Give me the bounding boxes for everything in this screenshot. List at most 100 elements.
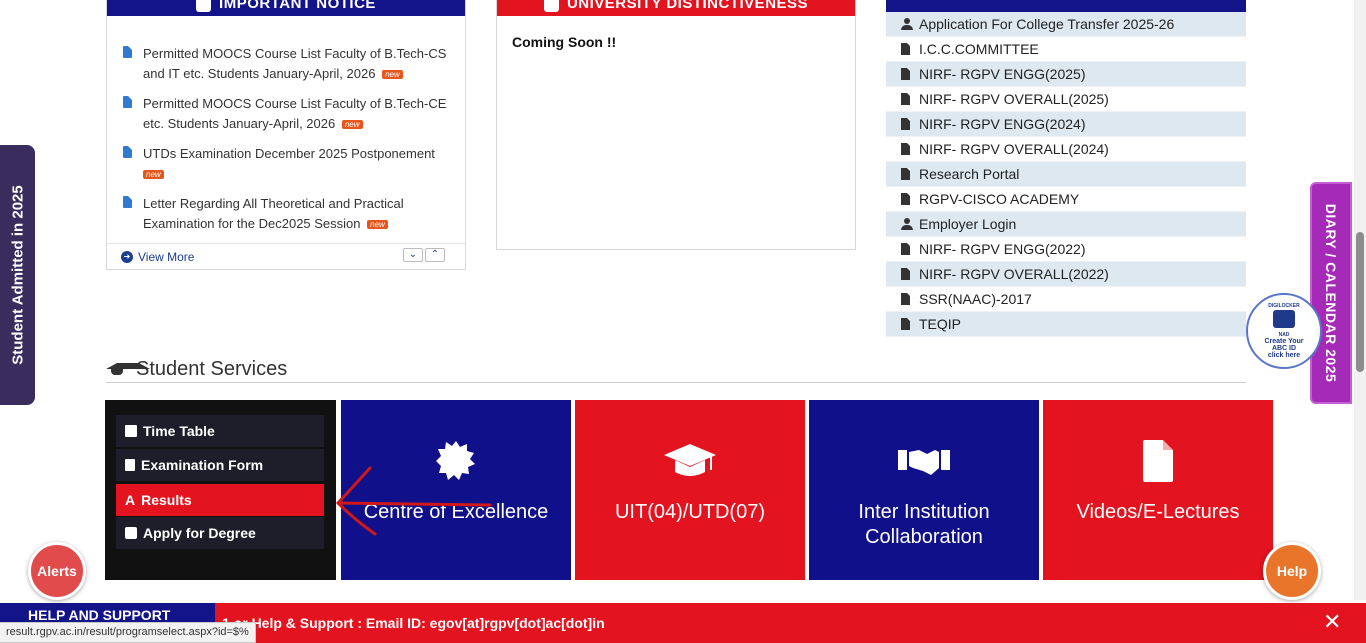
new-badge: new — [341, 120, 363, 130]
digilocker-logo-icon — [1273, 310, 1295, 328]
notice-panel-header: IMPORTANT NOTICE — [107, 0, 465, 16]
menu-item-apply-for-degree[interactable]: Apply for Degree — [116, 517, 324, 549]
menu-item-examination-form[interactable]: Examination Form — [116, 449, 324, 481]
close-icon[interactable]: ✕ — [1323, 611, 1341, 633]
notice-item[interactable]: Letter Regarding All Theoretical and Pra… — [121, 194, 455, 234]
notice-icon — [196, 0, 212, 12]
link-label: NIRF- RGPV ENGG(2022) — [919, 241, 1086, 257]
coming-soon-text: Coming Soon !! — [512, 34, 617, 50]
distinct-panel-title: UNIVERSITY DISTINCTIVENESS — [566, 0, 809, 12]
link-item[interactable]: Research Portal — [886, 162, 1246, 187]
notice-item[interactable]: UTDs Examination December 2025 Postponem… — [121, 144, 455, 184]
file-icon — [901, 293, 910, 305]
menu-item-label: Time Table — [143, 423, 215, 439]
notice-text[interactable]: Letter Regarding All Theoretical and Pra… — [143, 196, 404, 231]
link-item[interactable]: NIRF- RGPV ENGG(2022) — [886, 237, 1246, 262]
link-label: I.C.C.COMMITTEE — [919, 41, 1039, 57]
link-item[interactable]: NIRF- RGPV ENGG(2025) — [886, 62, 1246, 87]
new-badge: new — [367, 220, 388, 230]
scrollbar-thumb[interactable] — [1356, 232, 1364, 372]
abc-line1: Create Your — [1264, 338, 1304, 345]
notice-list: Permitted MOOCS Course List Faculty of B… — [121, 44, 455, 244]
link-label: NIRF- RGPV OVERALL(2022) — [919, 266, 1109, 282]
document-icon — [125, 459, 135, 471]
link-item[interactable]: NIRF- RGPV OVERALL(2025) — [886, 87, 1246, 112]
document-icon — [123, 196, 132, 208]
link-item[interactable]: Employer Login — [886, 212, 1246, 237]
document-icon — [123, 96, 132, 108]
alerts-button[interactable]: Alerts — [28, 542, 86, 600]
tile-videos-e-lectures[interactable]: Videos/E-Lectures — [1043, 400, 1273, 580]
user-icon — [901, 18, 913, 30]
file-icon — [901, 318, 910, 330]
link-label: Application For College Transfer 2025-26 — [919, 16, 1175, 32]
link-item[interactable]: TEQIP — [886, 312, 1246, 337]
view-more-link[interactable]: View More — [138, 250, 194, 264]
link-label: NIRF- RGPV ENGG(2025) — [919, 66, 1086, 82]
notice-panel-title: IMPORTANT NOTICE — [219, 0, 376, 12]
graduation-cap-icon — [106, 362, 150, 376]
link-item[interactable]: NIRF- RGPV OVERALL(2024) — [886, 137, 1246, 162]
link-item[interactable]: Application For College Transfer 2025-26 — [886, 12, 1246, 37]
tile-label: UIT(04)/UTD(07) — [614, 501, 765, 523]
link-item[interactable]: NIRF- RGPV ENGG(2024) — [886, 112, 1246, 137]
notice-text[interactable]: UTDs Examination December 2025 Postponem… — [143, 146, 435, 161]
chevron-up-icon[interactable]: ⌃ — [425, 248, 445, 262]
abc-line3: click here — [1267, 352, 1301, 359]
menu-item-results[interactable]: A Results — [116, 484, 324, 516]
file-icon — [1142, 440, 1174, 482]
new-badge: new — [143, 170, 164, 180]
important-notice-panel: IMPORTANT NOTICE Permitted MOOCS Course … — [106, 0, 466, 270]
tile-inter-institution-collaboration[interactable]: Inter Institution Collaboration — [809, 400, 1039, 580]
link-label: NIRF- RGPV OVERALL(2025) — [919, 91, 1109, 107]
status-bar-url: result.rgpv.ac.in/result/programselect.a… — [0, 622, 256, 643]
help-button[interactable]: Help — [1263, 542, 1321, 600]
diary-calendar-tab[interactable]: DIARY / CALENDAR 2025 — [1310, 182, 1352, 404]
university-distinctiveness-panel: UNIVERSITY DISTINCTIVENESS Coming Soon !… — [496, 0, 856, 250]
link-item[interactable]: RGPV-CISCO ACADEMY — [886, 187, 1246, 212]
font-icon: A — [125, 492, 136, 508]
file-icon — [901, 68, 910, 80]
notice-item[interactable]: Permitted MOOCS Course List Faculty of B… — [121, 44, 455, 84]
file-icon — [901, 243, 910, 255]
menu-item-time-table[interactable]: Time Table — [116, 415, 324, 447]
new-badge: new — [382, 70, 403, 80]
link-item[interactable]: SSR(NAAC)-2017 — [886, 287, 1246, 312]
quick-links-panel: Application For College Transfer 2025-26… — [886, 0, 1246, 343]
student-admitted-label: Student Admitted in 2025 — [9, 185, 26, 365]
link-label: RGPV-CISCO ACADEMY — [919, 191, 1080, 207]
digilocker-text: DIGILOCKER — [1268, 303, 1300, 309]
chevron-down-icon[interactable]: ⌄ — [403, 248, 423, 262]
annotation-arrow — [336, 466, 492, 536]
file-icon — [901, 268, 910, 280]
scroll-controls: ⌄ ⌃ — [403, 248, 445, 262]
link-item[interactable]: I.C.C.COMMITTEE — [886, 37, 1246, 62]
file-icon — [901, 168, 910, 180]
link-label: Research Portal — [919, 166, 1020, 182]
graduation-cap-icon — [663, 442, 717, 480]
link-label: SSR(NAAC)-2017 — [919, 291, 1032, 307]
menu-item-label: Apply for Degree — [143, 525, 256, 541]
distinct-panel-header: UNIVERSITY DISTINCTIVENESS — [497, 0, 855, 16]
tile-uit-utd[interactable]: UIT(04)/UTD(07) — [575, 400, 805, 580]
link-item[interactable]: NIRF- RGPV OVERALL(2022) — [886, 262, 1246, 287]
notice-text[interactable]: Permitted MOOCS Course List Faculty of B… — [143, 96, 446, 131]
link-label: NIRF- RGPV OVERALL(2024) — [919, 141, 1109, 157]
menu-item-label: Examination Form — [141, 457, 264, 473]
link-label: NIRF- RGPV ENGG(2024) — [919, 116, 1086, 132]
page: IMPORTANT NOTICE Permitted MOOCS Course … — [0, 0, 1366, 643]
user-icon — [901, 218, 913, 230]
file-icon — [901, 143, 910, 155]
calendar-icon — [125, 425, 137, 437]
arrow-circle-right-icon: ➜ — [121, 250, 133, 263]
abc-id-badge[interactable]: DIGILOCKER NAD Create Your ABC ID click … — [1246, 293, 1322, 369]
student-services-title: Student Services — [136, 357, 288, 380]
diary-calendar-label: DIARY / CALENDAR 2025 — [1323, 203, 1339, 383]
document-icon — [123, 46, 132, 58]
notice-footer: ➜ View More ⌄ ⌃ — [107, 243, 465, 269]
student-services-menu: Time Table Examination Form A Results Ap… — [105, 400, 336, 580]
handshake-icon — [897, 442, 951, 480]
tile-label: Videos/E-Lectures — [1076, 501, 1240, 523]
student-admitted-tab[interactable]: Student Admitted in 2025 — [0, 145, 35, 405]
notice-item[interactable]: Permitted MOOCS Course List Faculty of B… — [121, 94, 455, 134]
